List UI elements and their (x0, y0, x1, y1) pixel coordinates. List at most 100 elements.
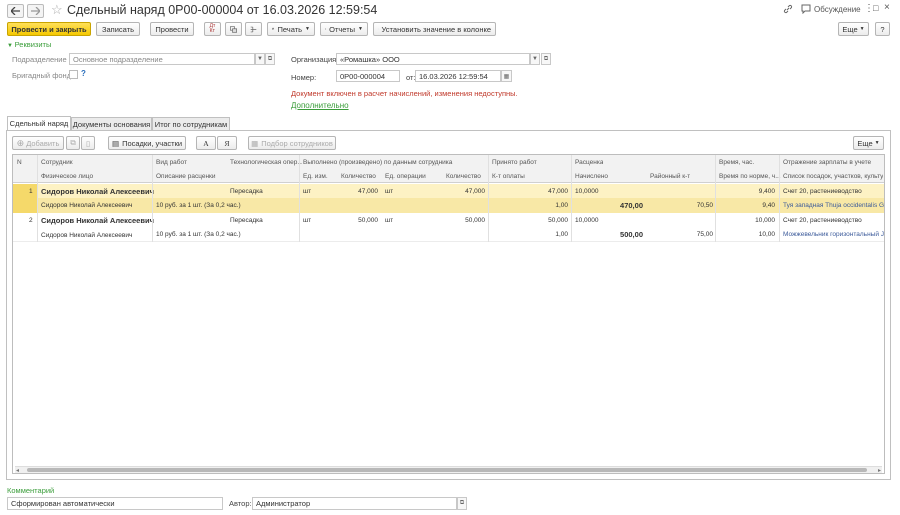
dt-kt-button[interactable]: Дт Кт (204, 22, 221, 36)
subdivision-open-icon[interactable]: ⧉ (265, 53, 275, 65)
tech-op-cell[interactable]: Пересадка (230, 217, 263, 224)
col-accrued[interactable]: Начислено (575, 173, 608, 180)
col-unit[interactable]: Ед. изм. (303, 173, 328, 180)
regional-cell[interactable]: 75,00 (663, 231, 713, 238)
unit-cell[interactable]: шт (303, 217, 311, 224)
delete-button[interactable]: ▯ (81, 136, 95, 150)
select-employees-button[interactable]: ▦ Подбор сотрудников (248, 136, 336, 150)
tab-base-documents[interactable]: Документы основания (71, 117, 152, 130)
number-field[interactable]: 0Р00-000004 (336, 70, 400, 82)
accepted-cell[interactable]: 50,000 (523, 217, 568, 224)
qty-cell[interactable]: 50,000 (336, 217, 378, 224)
employee-cell[interactable]: Сидоров Николай Алексеевич (41, 187, 154, 196)
date-field[interactable]: 16.03.2026 12:59:54 (415, 70, 501, 82)
col-work-type[interactable]: Вид работ (156, 159, 187, 166)
col-pay-coef[interactable]: К-т оплаты (492, 173, 525, 180)
related-docs-button[interactable] (245, 22, 262, 36)
col-op-quantity[interactable]: Количество (446, 173, 481, 180)
star-icon[interactable]: ☆ (51, 2, 63, 18)
link-icon[interactable] (783, 4, 793, 16)
scroll-left-icon[interactable]: ◂ (16, 467, 19, 473)
subdivision-field[interactable]: Основное подразделение (69, 53, 255, 65)
organization-open-icon[interactable]: ⧉ (541, 53, 551, 65)
time-norm-cell[interactable]: 10,00 (728, 231, 775, 238)
col-salary-reflection[interactable]: Отражение зарплаты в учете (783, 159, 871, 166)
op-qty-cell[interactable]: 50,000 (443, 217, 485, 224)
set-column-value-button[interactable]: Установить значение в колонке (373, 22, 496, 36)
tech-op-cell[interactable]: Пересадка (230, 188, 263, 195)
horizontal-scrollbar[interactable]: ◂ ▸ (15, 466, 882, 473)
row-selector[interactable] (13, 184, 37, 213)
scroll-right-icon[interactable]: ▸ (878, 467, 881, 473)
post-button[interactable]: Провести (150, 22, 194, 36)
help-button[interactable]: ? (875, 22, 890, 36)
col-time[interactable]: Время, час. (719, 159, 754, 166)
additional-link[interactable]: Дополнительно (291, 101, 349, 110)
font-a-button[interactable]: А (196, 136, 216, 150)
tab-employee-totals[interactable]: Итог по сотрудникам (152, 117, 230, 130)
comment-field[interactable]: Сформирован автоматически (7, 497, 223, 510)
description-cell[interactable]: 10 руб. за 1 шт. (За 0,2 час.) (156, 202, 241, 209)
op-unit-cell[interactable]: шт (385, 188, 393, 195)
col-accepted[interactable]: Принято работ (492, 159, 537, 166)
op-qty-cell[interactable]: 47,000 (443, 188, 485, 195)
subdivision-dropdown-icon[interactable]: ▼ (255, 53, 265, 65)
organization-dropdown-icon[interactable]: ▼ (530, 53, 540, 65)
time-norm-cell[interactable]: 9,40 (728, 202, 775, 209)
person-cell[interactable]: Сидоров Николай Алексеевич (41, 202, 132, 209)
time-cell[interactable]: 10,000 (728, 217, 775, 224)
post-and-close-button[interactable]: Провести и закрыть (7, 22, 91, 36)
forward-button[interactable] (27, 4, 44, 18)
pay-coef-cell[interactable]: 1,00 (523, 202, 568, 209)
col-n[interactable]: N (17, 159, 22, 166)
requisites-toggle[interactable]: ▼ Реквизиты (7, 40, 51, 49)
col-person[interactable]: Физическое лицо (41, 173, 93, 180)
pay-coef-cell[interactable]: 1,00 (523, 231, 568, 238)
calendar-icon[interactable]: ▦ (501, 70, 512, 82)
col-plantings-list[interactable]: Список посадок, участков, культур (783, 173, 883, 180)
back-button[interactable] (7, 4, 24, 18)
structure-button[interactable] (225, 22, 242, 36)
discussion-icon[interactable] (801, 4, 811, 16)
plantings-cell[interactable]: Туя западная Thuja occidentalis Gold... (783, 202, 884, 209)
scrollbar-thumb[interactable] (27, 468, 867, 472)
author-field[interactable]: Администратор (252, 497, 457, 510)
col-employee[interactable]: Сотрудник (41, 159, 73, 166)
col-time-norm[interactable]: Время по норме, ч... (719, 173, 781, 180)
unit-cell[interactable]: шт (303, 188, 311, 195)
accepted-cell[interactable]: 47,000 (523, 188, 568, 195)
op-unit-cell[interactable]: шт (385, 217, 393, 224)
person-cell[interactable]: Сидоров Николай Алексеевич (41, 232, 132, 239)
col-performed[interactable]: Выполнено (произведено) по данным сотруд… (303, 159, 488, 166)
reports-button[interactable]: Отчеты ▼ (320, 22, 368, 36)
col-op-unit[interactable]: Ед. операции (385, 173, 426, 180)
rate-cell[interactable]: 10,0000 (575, 188, 599, 195)
accrued-cell[interactable]: 470,00 (593, 201, 643, 210)
table-more-button[interactable]: Еще ▼ (853, 136, 884, 150)
maximize-icon[interactable]: □ (873, 3, 878, 13)
help-icon[interactable]: ? (81, 69, 86, 78)
add-button[interactable]: ⊕ Добавить (12, 136, 64, 150)
tab-piecework-order[interactable]: Сдельный наряд (7, 116, 71, 130)
regional-cell[interactable]: 70,50 (663, 202, 713, 209)
close-icon[interactable]: × (884, 2, 890, 13)
more-button[interactable]: Еще ▼ (838, 22, 869, 36)
plantings-cell[interactable]: Можжевельник горизонтальный Ju... (783, 231, 884, 238)
print-button[interactable]: Печать ▼ (267, 22, 315, 36)
col-quantity[interactable]: Количество (341, 173, 376, 180)
discussion-link[interactable]: Обсуждение (814, 5, 861, 14)
col-tech-operation[interactable]: Технологическая опер... (230, 159, 302, 166)
organization-field[interactable]: «Ромашка» ООО (336, 53, 530, 65)
time-cell[interactable]: 9,400 (728, 188, 775, 195)
account-cell[interactable]: Счет 20, растениеводство (783, 217, 862, 224)
plantings-button[interactable]: ▤ Посадки, участки (108, 136, 186, 150)
accrued-cell[interactable]: 500,00 (593, 230, 643, 239)
save-button[interactable]: Записать (96, 22, 140, 36)
rate-cell[interactable]: 10,0000 (575, 217, 599, 224)
description-cell[interactable]: 10 руб. за 1 шт. (За 0,2 час.) (156, 231, 241, 238)
font-ya-button[interactable]: Я (217, 136, 237, 150)
copy-button[interactable]: ⧉ (66, 136, 80, 150)
col-rate[interactable]: Расценка (575, 159, 603, 166)
brigade-checkbox[interactable] (69, 70, 78, 79)
account-cell[interactable]: Счет 20, растениеводство (783, 188, 862, 195)
